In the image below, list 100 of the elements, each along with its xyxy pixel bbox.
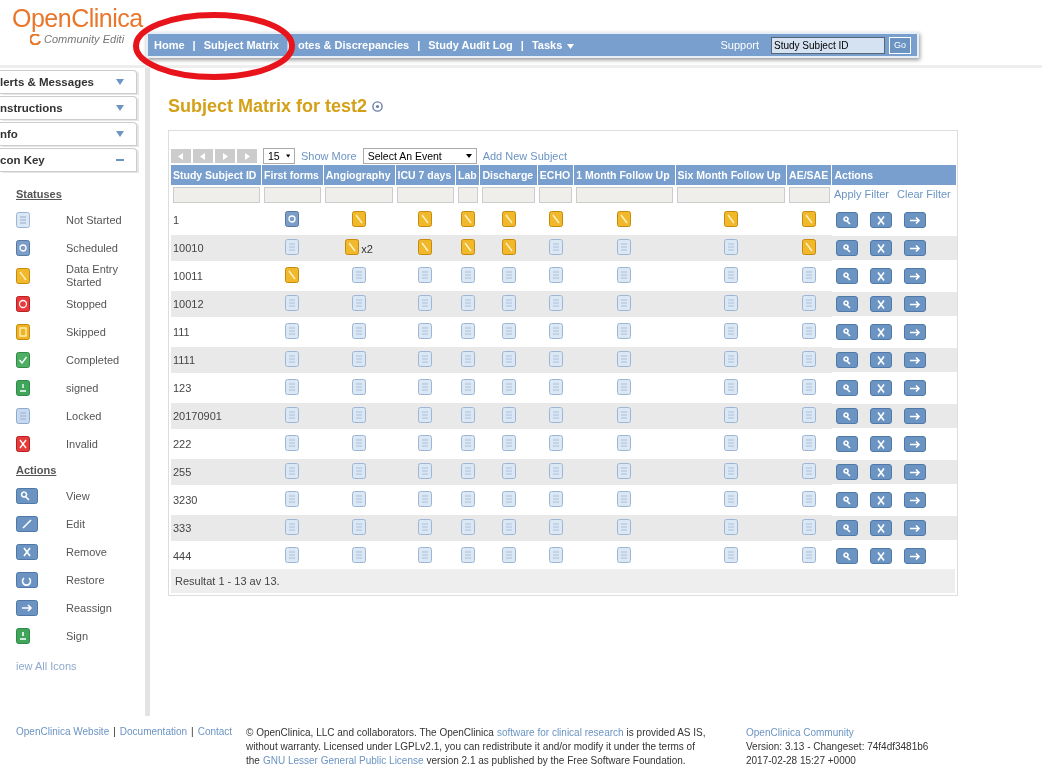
pencil-page-icon[interactable] bbox=[345, 239, 360, 255]
blank-page-icon[interactable] bbox=[352, 519, 367, 535]
blank-page-icon[interactable] bbox=[802, 295, 817, 311]
blank-page-icon[interactable] bbox=[352, 295, 367, 311]
pencil-page-icon[interactable] bbox=[802, 211, 817, 227]
blank-page-icon[interactable] bbox=[723, 323, 738, 339]
filter-field[interactable] bbox=[457, 187, 478, 203]
blank-page-icon[interactable] bbox=[802, 435, 817, 451]
nav-link[interactable]: otes & Discrepancies bbox=[297, 39, 410, 51]
add-subject-link[interactable]: Add New Subject bbox=[482, 150, 568, 162]
license-link[interactable]: software for clinical research bbox=[496, 726, 624, 740]
nav-link[interactable]: Study Audit Log bbox=[428, 39, 513, 51]
blank-page-icon[interactable] bbox=[548, 267, 563, 283]
blank-page-icon[interactable] bbox=[548, 435, 563, 451]
search-button[interactable] bbox=[835, 492, 858, 508]
x-button[interactable] bbox=[869, 520, 892, 536]
blank-page-icon[interactable] bbox=[617, 239, 632, 255]
sidebar-panel-tab[interactable]: con Key bbox=[0, 148, 137, 172]
nav-link[interactable]: Home bbox=[154, 39, 185, 51]
arrow-button[interactable] bbox=[903, 380, 926, 396]
pencil-page-icon[interactable] bbox=[460, 239, 475, 255]
blank-page-icon[interactable] bbox=[802, 351, 817, 367]
x-button[interactable] bbox=[869, 268, 892, 284]
blank-page-icon[interactable] bbox=[285, 323, 300, 339]
x-button[interactable] bbox=[869, 380, 892, 396]
support-link[interactable]: Support bbox=[720, 39, 759, 51]
arrow-button[interactable] bbox=[903, 520, 926, 536]
blank-page-icon[interactable] bbox=[501, 547, 516, 563]
blank-page-icon[interactable] bbox=[617, 267, 632, 283]
blank-page-icon[interactable] bbox=[352, 435, 367, 451]
sidebar-panel-tab[interactable]: nfo bbox=[0, 122, 137, 146]
blank-page-icon[interactable] bbox=[723, 295, 738, 311]
pencil-page-icon[interactable] bbox=[352, 211, 367, 227]
blank-page-icon[interactable] bbox=[418, 267, 433, 283]
search-button[interactable] bbox=[835, 464, 858, 480]
blank-page-icon[interactable] bbox=[285, 463, 300, 479]
blank-page-icon[interactable] bbox=[418, 351, 433, 367]
search-button[interactable] bbox=[835, 296, 858, 312]
blank-page-icon[interactable] bbox=[617, 435, 632, 451]
blank-page-icon[interactable] bbox=[460, 435, 475, 451]
search-button[interactable] bbox=[835, 212, 858, 228]
blank-page-icon[interactable] bbox=[285, 379, 300, 395]
x-button[interactable] bbox=[869, 408, 892, 424]
nav-link[interactable]: Subject Matrix bbox=[203, 39, 279, 51]
blank-page-icon[interactable] bbox=[285, 351, 300, 367]
blank-page-icon[interactable] bbox=[802, 463, 817, 479]
blank-page-icon[interactable] bbox=[352, 323, 367, 339]
search-button[interactable] bbox=[835, 324, 858, 340]
x-button[interactable] bbox=[869, 352, 892, 368]
blank-page-icon[interactable] bbox=[501, 407, 516, 423]
sidebar-panel-tab[interactable]: lerts & Messages bbox=[0, 70, 137, 94]
x-button[interactable] bbox=[869, 212, 892, 228]
blank-page-icon[interactable] bbox=[723, 519, 738, 535]
blank-page-icon[interactable] bbox=[418, 519, 433, 535]
blank-page-icon[interactable] bbox=[460, 295, 475, 311]
pencil-page-icon[interactable] bbox=[802, 239, 817, 255]
blank-page-icon[interactable] bbox=[460, 323, 475, 339]
blank-page-icon[interactable] bbox=[352, 267, 367, 283]
blank-page-icon[interactable] bbox=[617, 407, 632, 423]
blank-page-icon[interactable] bbox=[285, 295, 300, 311]
blank-page-icon[interactable] bbox=[802, 519, 817, 535]
blank-page-icon[interactable] bbox=[548, 379, 563, 395]
blank-page-icon[interactable] bbox=[352, 547, 367, 563]
blank-page-icon[interactable] bbox=[548, 295, 563, 311]
blank-page-icon[interactable] bbox=[548, 547, 563, 563]
arrow-button[interactable] bbox=[903, 492, 926, 508]
arrow-button[interactable] bbox=[903, 212, 926, 228]
blank-page-icon[interactable] bbox=[501, 323, 516, 339]
x-button[interactable] bbox=[869, 296, 892, 312]
blank-page-icon[interactable] bbox=[501, 267, 516, 283]
blank-page-icon[interactable] bbox=[548, 519, 563, 535]
pencil-page-icon[interactable] bbox=[460, 211, 475, 227]
blank-page-icon[interactable] bbox=[723, 407, 738, 423]
filter-field[interactable] bbox=[677, 187, 785, 203]
blank-page-icon[interactable] bbox=[460, 491, 475, 507]
blank-page-icon[interactable] bbox=[723, 435, 738, 451]
filter-field[interactable] bbox=[539, 187, 572, 203]
blank-page-icon[interactable] bbox=[285, 519, 300, 535]
nav-link[interactable]: Tasks bbox=[531, 39, 575, 51]
filter-field[interactable] bbox=[575, 187, 674, 203]
blank-page-icon[interactable] bbox=[723, 491, 738, 507]
blank-page-icon[interactable] bbox=[617, 379, 632, 395]
blank-page-icon[interactable] bbox=[723, 547, 738, 563]
filter-field[interactable] bbox=[263, 187, 322, 203]
clear-filter-link[interactable]: Clear Filter bbox=[897, 188, 951, 200]
blank-page-icon[interactable] bbox=[617, 547, 632, 563]
blank-page-icon[interactable] bbox=[802, 491, 817, 507]
blank-page-icon[interactable] bbox=[617, 519, 632, 535]
sidebar-panel-tab[interactable]: nstructions bbox=[0, 96, 137, 120]
pencil-page-icon[interactable] bbox=[418, 239, 433, 255]
blank-page-icon[interactable] bbox=[617, 351, 632, 367]
blank-page-icon[interactable] bbox=[802, 379, 817, 395]
search-button[interactable] bbox=[835, 240, 858, 256]
blank-page-icon[interactable] bbox=[501, 351, 516, 367]
blank-page-icon[interactable] bbox=[352, 351, 367, 367]
arrow-button[interactable] bbox=[903, 324, 926, 340]
filter-field[interactable] bbox=[788, 187, 830, 203]
blank-page-icon[interactable] bbox=[285, 239, 300, 255]
search-button[interactable] bbox=[835, 548, 858, 564]
clock-page-icon[interactable] bbox=[285, 211, 300, 227]
